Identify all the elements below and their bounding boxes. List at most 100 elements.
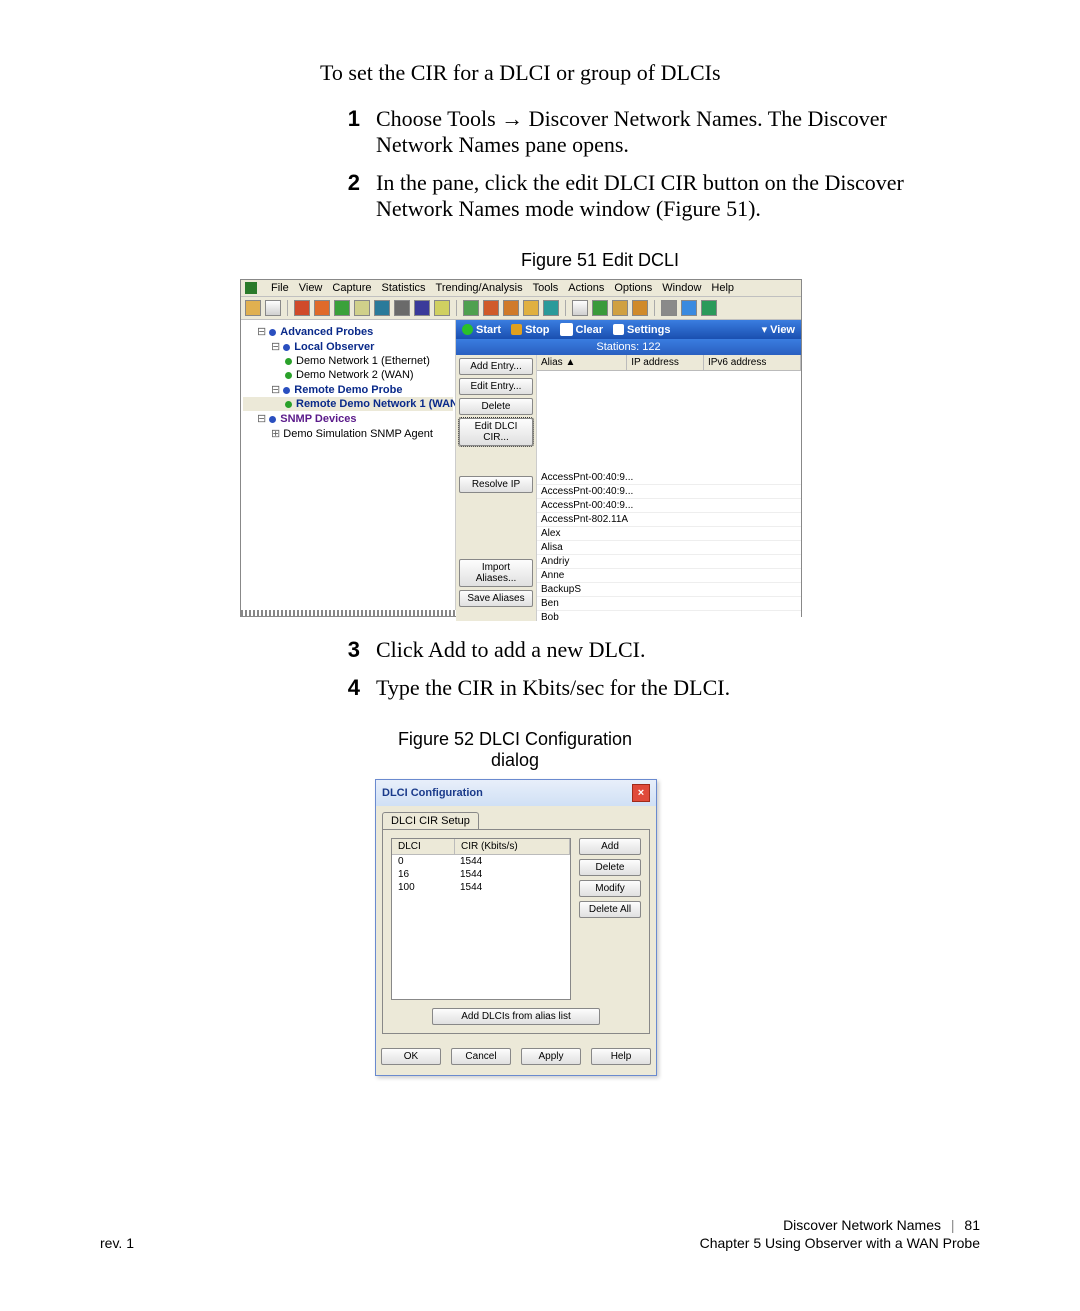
- intro-text: To set the CIR for a DLCI or group of DL…: [320, 60, 920, 86]
- step-3-text: Click Add to add a new DLCI.: [376, 637, 920, 663]
- table-row[interactable]: Alisa: [537, 541, 801, 555]
- menu-statistics[interactable]: Statistics: [382, 282, 426, 294]
- tb-icon-4[interactable]: [314, 300, 330, 316]
- tree-net1[interactable]: Demo Network 1 (Ethernet): [296, 355, 430, 367]
- add-from-alias-button[interactable]: Add DLCIs from alias list: [432, 1008, 600, 1025]
- table-row[interactable]: Anne: [537, 569, 801, 583]
- footer-chapter: Chapter 5 Using Observer with a WAN Prob…: [700, 1235, 980, 1251]
- probe-tree[interactable]: ⊟ Advanced Probes ⊟ Local Observer Demo …: [241, 320, 456, 610]
- list-item[interactable]: 1001544: [392, 881, 570, 894]
- tree-snmp-agent[interactable]: Demo Simulation SNMP Agent: [283, 428, 433, 440]
- list-item[interactable]: 161544: [392, 868, 570, 881]
- tb-icon-15[interactable]: [543, 300, 559, 316]
- tb-icon-1[interactable]: [245, 300, 261, 316]
- close-icon[interactable]: ×: [632, 784, 650, 802]
- tb-icon-2[interactable]: [265, 300, 281, 316]
- menu-options[interactable]: Options: [614, 282, 652, 294]
- col-dlci[interactable]: DLCI: [392, 839, 455, 854]
- footer-section: Discover Network Names: [783, 1217, 941, 1233]
- tb-icon-18[interactable]: [612, 300, 628, 316]
- stations-grid[interactable]: Alias ▲ IP address IPv6 address AccessPn…: [536, 355, 801, 621]
- revision-label: rev. 1: [100, 1235, 134, 1251]
- tb-icon-14[interactable]: [523, 300, 539, 316]
- tb-icon-22[interactable]: [701, 300, 717, 316]
- resolve-ip-button[interactable]: Resolve IP: [459, 476, 533, 493]
- col-alias[interactable]: Alias ▲: [537, 355, 627, 370]
- tb-icon-8[interactable]: [394, 300, 410, 316]
- tree-remote-net1[interactable]: Remote Demo Network 1 (WAN): [296, 398, 456, 410]
- table-row[interactable]: Andriy: [537, 555, 801, 569]
- grid-rows: AccessPnt-00:40:9... AccessPnt-00:40:9..…: [537, 471, 801, 621]
- col-ipv6[interactable]: IPv6 address: [704, 355, 801, 370]
- table-row[interactable]: Bob: [537, 611, 801, 621]
- tb-icon-17[interactable]: [592, 300, 608, 316]
- tab-dlci-cir-setup[interactable]: DLCI CIR Setup: [382, 812, 479, 829]
- add-button[interactable]: Add: [579, 838, 641, 855]
- table-row[interactable]: AccessPnt-00:40:9...: [537, 485, 801, 499]
- table-row[interactable]: Alex: [537, 527, 801, 541]
- page-number: 81: [964, 1217, 980, 1233]
- import-aliases-button[interactable]: Import Aliases...: [459, 559, 533, 587]
- start-button[interactable]: Start: [462, 324, 501, 336]
- tb-icon-13[interactable]: [503, 300, 519, 316]
- modify-button[interactable]: Modify: [579, 880, 641, 897]
- app-menubar: File View Capture Statistics Trending/An…: [241, 280, 801, 297]
- edit-dlci-cir-button[interactable]: Edit DLCI CIR...: [459, 418, 533, 446]
- table-row[interactable]: Ben: [537, 597, 801, 611]
- tree-remote-probe[interactable]: Remote Demo Probe: [294, 384, 402, 396]
- tb-icon-21[interactable]: [681, 300, 697, 316]
- tb-icon-10[interactable]: [434, 300, 450, 316]
- menu-trending[interactable]: Trending/Analysis: [436, 282, 523, 294]
- tb-sep: [287, 300, 288, 316]
- tb-icon-5[interactable]: [334, 300, 350, 316]
- cancel-button[interactable]: Cancel: [451, 1048, 511, 1065]
- save-aliases-button[interactable]: Save Aliases: [459, 590, 533, 607]
- menu-file[interactable]: File: [271, 282, 289, 294]
- table-row[interactable]: AccessPnt-802.11A: [537, 513, 801, 527]
- figure-52-caption: Figure 52 DLCI Configuration dialog: [375, 729, 655, 771]
- list-item[interactable]: 01544: [392, 855, 570, 868]
- figure-51-screenshot: File View Capture Statistics Trending/An…: [240, 279, 802, 617]
- menu-view[interactable]: View: [299, 282, 323, 294]
- tb-icon-7[interactable]: [374, 300, 390, 316]
- table-row[interactable]: AccessPnt-00:40:9...: [537, 499, 801, 513]
- tree-local-observer[interactable]: Local Observer: [294, 341, 374, 353]
- settings-button[interactable]: Settings: [613, 324, 670, 336]
- tb-icon-9[interactable]: [414, 300, 430, 316]
- ok-button[interactable]: OK: [381, 1048, 441, 1065]
- tb-icon-11[interactable]: [463, 300, 479, 316]
- table-row[interactable]: BackupS: [537, 583, 801, 597]
- apply-button[interactable]: Apply: [521, 1048, 581, 1065]
- help-button[interactable]: Help: [591, 1048, 651, 1065]
- menu-window[interactable]: Window: [662, 282, 701, 294]
- delete-dlci-button[interactable]: Delete: [579, 859, 641, 876]
- col-ip[interactable]: IP address: [627, 355, 704, 370]
- col-cir[interactable]: CIR (Kbits/s): [455, 839, 570, 854]
- page-footer: Discover Network Names | 81 Chapter 5 Us…: [700, 1217, 980, 1251]
- tb-icon-20[interactable]: [661, 300, 677, 316]
- step-4-text: Type the CIR in Kbits/sec for the DLCI.: [376, 675, 920, 701]
- view-button[interactable]: ▾ View: [762, 323, 795, 336]
- menu-help[interactable]: Help: [711, 282, 734, 294]
- clear-button[interactable]: Clear: [560, 323, 604, 336]
- menu-tools[interactable]: Tools: [533, 282, 559, 294]
- tree-advanced-probes[interactable]: Advanced Probes: [280, 326, 373, 338]
- tb-icon-6[interactable]: [354, 300, 370, 316]
- table-row[interactable]: AccessPnt-00:40:9...: [537, 471, 801, 485]
- menu-actions[interactable]: Actions: [568, 282, 604, 294]
- menu-capture[interactable]: Capture: [332, 282, 371, 294]
- delete-all-button[interactable]: Delete All: [579, 901, 641, 918]
- tb-icon-12[interactable]: [483, 300, 499, 316]
- tree-snmp-devices[interactable]: SNMP Devices: [280, 413, 356, 425]
- stop-button[interactable]: Stop: [511, 324, 549, 336]
- dlci-list[interactable]: DLCI CIR (Kbits/s) 01544 161544 1001544: [391, 838, 571, 1000]
- tb-icon-3[interactable]: [294, 300, 310, 316]
- delete-button[interactable]: Delete: [459, 398, 533, 415]
- tb-icon-16[interactable]: [572, 300, 588, 316]
- tb-sep-2: [456, 300, 457, 316]
- add-entry-button[interactable]: Add Entry...: [459, 358, 533, 375]
- tb-icon-19[interactable]: [632, 300, 648, 316]
- tree-net2[interactable]: Demo Network 2 (WAN): [296, 369, 414, 381]
- figure-52-dialog: DLCI Configuration × DLCI CIR Setup DLCI…: [375, 779, 657, 1076]
- edit-entry-button[interactable]: Edit Entry...: [459, 378, 533, 395]
